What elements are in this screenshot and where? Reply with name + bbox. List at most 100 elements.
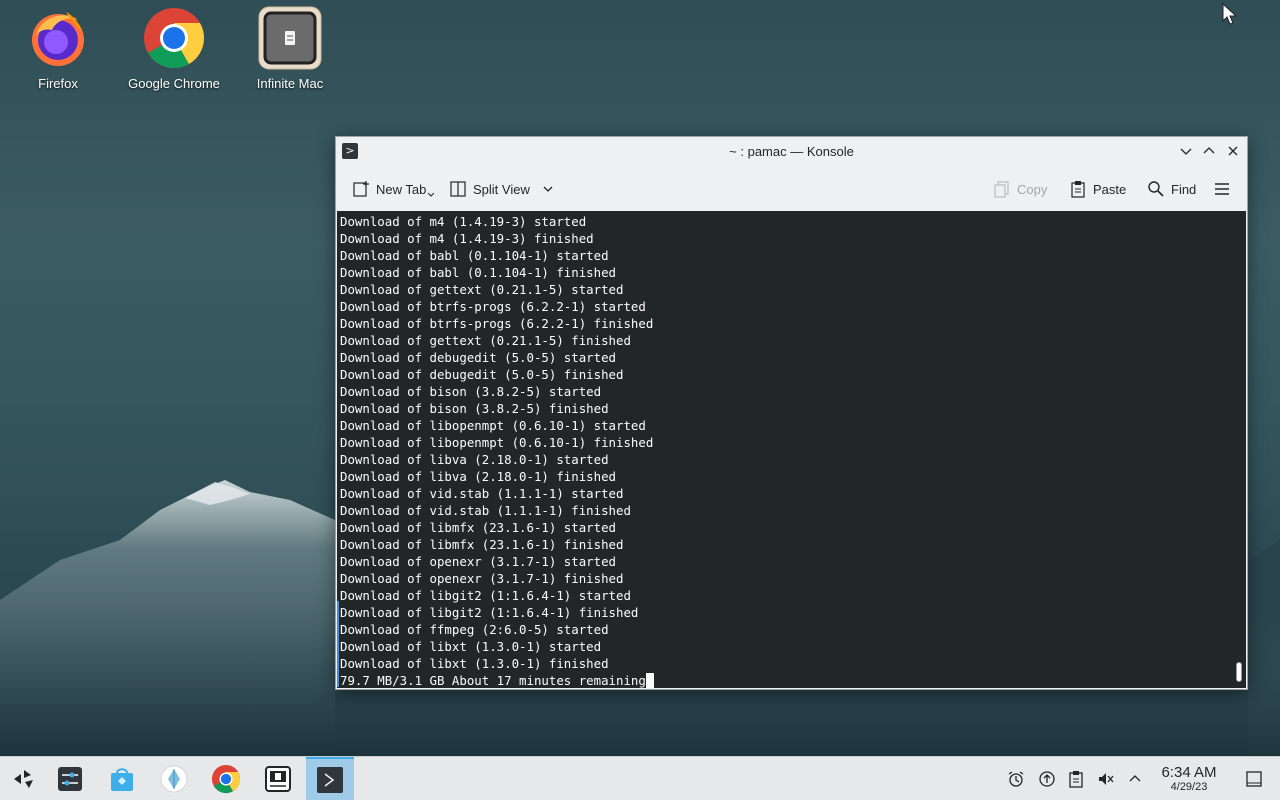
terminal-line: Download of gettext (0.21.1-5) finished: [340, 333, 631, 348]
update-icon: [1039, 771, 1055, 787]
mouse-pointer-icon: [1222, 3, 1238, 25]
terminal-line: Download of debugedit (5.0-5) started: [340, 350, 617, 365]
terminal-line: Download of openexr (3.1.7-1) started: [340, 554, 617, 569]
find-label: Find: [1171, 181, 1197, 197]
text-cursor: [645, 673, 654, 688]
paste-label: Paste: [1093, 181, 1127, 197]
desktop-icon-label: Firefox: [38, 76, 78, 91]
shopping-bag-icon: [111, 768, 133, 791]
terminal-line: Download of libmfx (23.1.6-1) finished: [340, 537, 624, 552]
terminal-line: Download of libxt (1.3.0-1) finished: [340, 656, 609, 671]
firefox-icon: [26, 6, 90, 70]
terminal-line: Download of btrfs-progs (6.2.2-1) starte…: [340, 299, 646, 314]
konsole-icon: [317, 767, 343, 793]
clipboard-icon: [1069, 771, 1083, 788]
terminal-line: Download of libgit2 (1:1.6.4-1) started: [340, 588, 631, 603]
copy-label: Copy: [1017, 181, 1048, 197]
terminal-line: Download of m4 (1.4.19-3) started: [340, 214, 587, 229]
konsole-app-icon[interactable]: >: [342, 143, 358, 159]
search-icon: [1148, 181, 1164, 197]
split-view-button[interactable]: Split View: [449, 175, 554, 203]
terminal-line: Download of m4 (1.4.19-3) finished: [340, 231, 594, 246]
terminal-line: Download of libxt (1.3.0-1) started: [340, 639, 602, 654]
chrome-icon: [142, 6, 206, 70]
konsole-window[interactable]: > ~ : pamac — Konsole New Tab Split View: [335, 136, 1248, 690]
clock-time[interactable]: 6:34 AM: [1150, 764, 1228, 781]
terminal-line: Download of libmfx (23.1.6-1) started: [340, 520, 617, 535]
terminal-line: Download of bison (3.8.2-5) started: [340, 384, 602, 399]
terminal-line: Download of btrfs-progs (6.2.2-1) finish…: [340, 316, 654, 331]
desktop-icon-google-chrome[interactable]: Google Chrome: [119, 6, 229, 98]
paste-button[interactable]: Paste: [1069, 175, 1126, 203]
split-view-label: Split View: [473, 181, 530, 197]
chevron-up-icon: [1203, 147, 1215, 154]
task-infinite-mac[interactable]: [254, 757, 302, 800]
terminal-line: Download of vid.stab (1.1.1-1) finished: [340, 503, 631, 518]
hamburger-menu-icon: [1215, 183, 1229, 195]
scrollbar-thumb[interactable]: [1236, 662, 1242, 682]
terminal-line: Download of gettext (0.21.1-5) started: [340, 282, 624, 297]
desktop-icon-firefox[interactable]: Firefox: [3, 6, 113, 98]
desktop-icon-label: Google Chrome: [128, 76, 220, 91]
konsole-toolbar: New Tab Split View Copy Paste Find: [336, 169, 1247, 209]
new-tab-label: New Tab: [376, 181, 427, 197]
window-titlebar[interactable]: > ~ : pamac — Konsole: [336, 137, 1247, 165]
chevron-down-icon: [1180, 148, 1192, 155]
infinite-mac-icon: [258, 6, 322, 70]
dropdown-indicator-icon: [428, 192, 435, 197]
crystal-icon: [160, 765, 188, 793]
maximize-button[interactable]: [1199, 141, 1219, 161]
terminal-line: Download of ffmpeg (2:6.0-5) started: [340, 622, 609, 637]
desktop-icon-infinite-mac[interactable]: Infinite Mac: [235, 6, 345, 98]
terminal-line: Download of libgit2 (1:1.6.4-1) finished: [340, 605, 639, 620]
terminal-line: Download of openexr (3.1.7-1) finished: [340, 571, 624, 586]
terminal-line: Download of babl (0.1.104-1) finished: [340, 265, 617, 280]
tray-expander[interactable]: [1125, 769, 1145, 789]
copy-icon: [994, 181, 1009, 198]
split-view-icon: [450, 181, 466, 197]
task-discover[interactable]: [98, 757, 146, 800]
paste-icon: [1071, 181, 1085, 198]
terminal-status-line: 79.7 MB/3.1 GB About 17 minutes remainin…: [340, 672, 1246, 688]
application-launcher-button[interactable]: [0, 757, 48, 800]
close-button[interactable]: [1223, 141, 1243, 161]
chrome-icon: [211, 764, 241, 794]
scroll-position-marker: [337, 601, 339, 687]
terminal-line: Download of libopenmpt (0.6.10-1) starte…: [340, 418, 646, 433]
tray-clipboard[interactable]: [1066, 769, 1086, 789]
new-tab-icon: [353, 181, 369, 197]
chevron-up-icon: [1129, 775, 1141, 782]
desktop-icon-label: Infinite Mac: [256, 76, 324, 91]
copy-button[interactable]: Copy: [993, 175, 1047, 203]
terminal-line: Download of libva (2.18.0-1) finished: [340, 469, 617, 484]
find-button[interactable]: Find: [1147, 175, 1196, 203]
task-google-chrome[interactable]: [202, 757, 250, 800]
clock-date[interactable]: 4/29/23: [1150, 781, 1228, 793]
tray-volume[interactable]: [1096, 769, 1116, 789]
window-title: ~ : pamac — Konsole: [729, 143, 854, 159]
terminal-line: Download of libopenmpt (0.6.10-1) finish…: [340, 435, 654, 450]
show-desktop-button[interactable]: [1244, 769, 1264, 789]
task-konsole[interactable]: [306, 757, 354, 800]
tray-updates[interactable]: [1037, 769, 1057, 789]
status-text: 79.7 MB/3.1 GB About 17 minutes remainin…: [340, 673, 646, 688]
task-system-settings[interactable]: [46, 757, 94, 800]
taskbar: [0, 756, 1280, 800]
terminal-line: Download of debugedit (5.0-5) finished: [340, 367, 624, 382]
hamburger-menu-button[interactable]: [1213, 175, 1231, 203]
terminal-line: Download of libva (2.18.0-1) started: [340, 452, 609, 467]
task-app-store[interactable]: [150, 757, 198, 800]
chevron-down-icon: [543, 186, 553, 192]
terminal-output[interactable]: Download of m4 (1.4.19-3) started Downloa…: [337, 211, 1246, 688]
launcher-icon: [14, 770, 33, 788]
terminal-line: Download of bison (3.8.2-5) finished: [340, 401, 609, 416]
infinite-mac-icon: [265, 766, 291, 792]
show-desktop-icon: [1246, 771, 1262, 787]
terminal-line: Download of vid.stab (1.1.1-1) started: [340, 486, 624, 501]
terminal-lines: Download of m4 (1.4.19-3) started Downloa…: [340, 213, 1246, 672]
volume-muted-icon: [1099, 773, 1114, 785]
minimize-button[interactable]: [1176, 141, 1196, 161]
tray-notifications[interactable]: [1006, 769, 1026, 789]
new-tab-button[interactable]: New Tab: [352, 175, 435, 203]
alarm-icon: [1008, 771, 1024, 787]
